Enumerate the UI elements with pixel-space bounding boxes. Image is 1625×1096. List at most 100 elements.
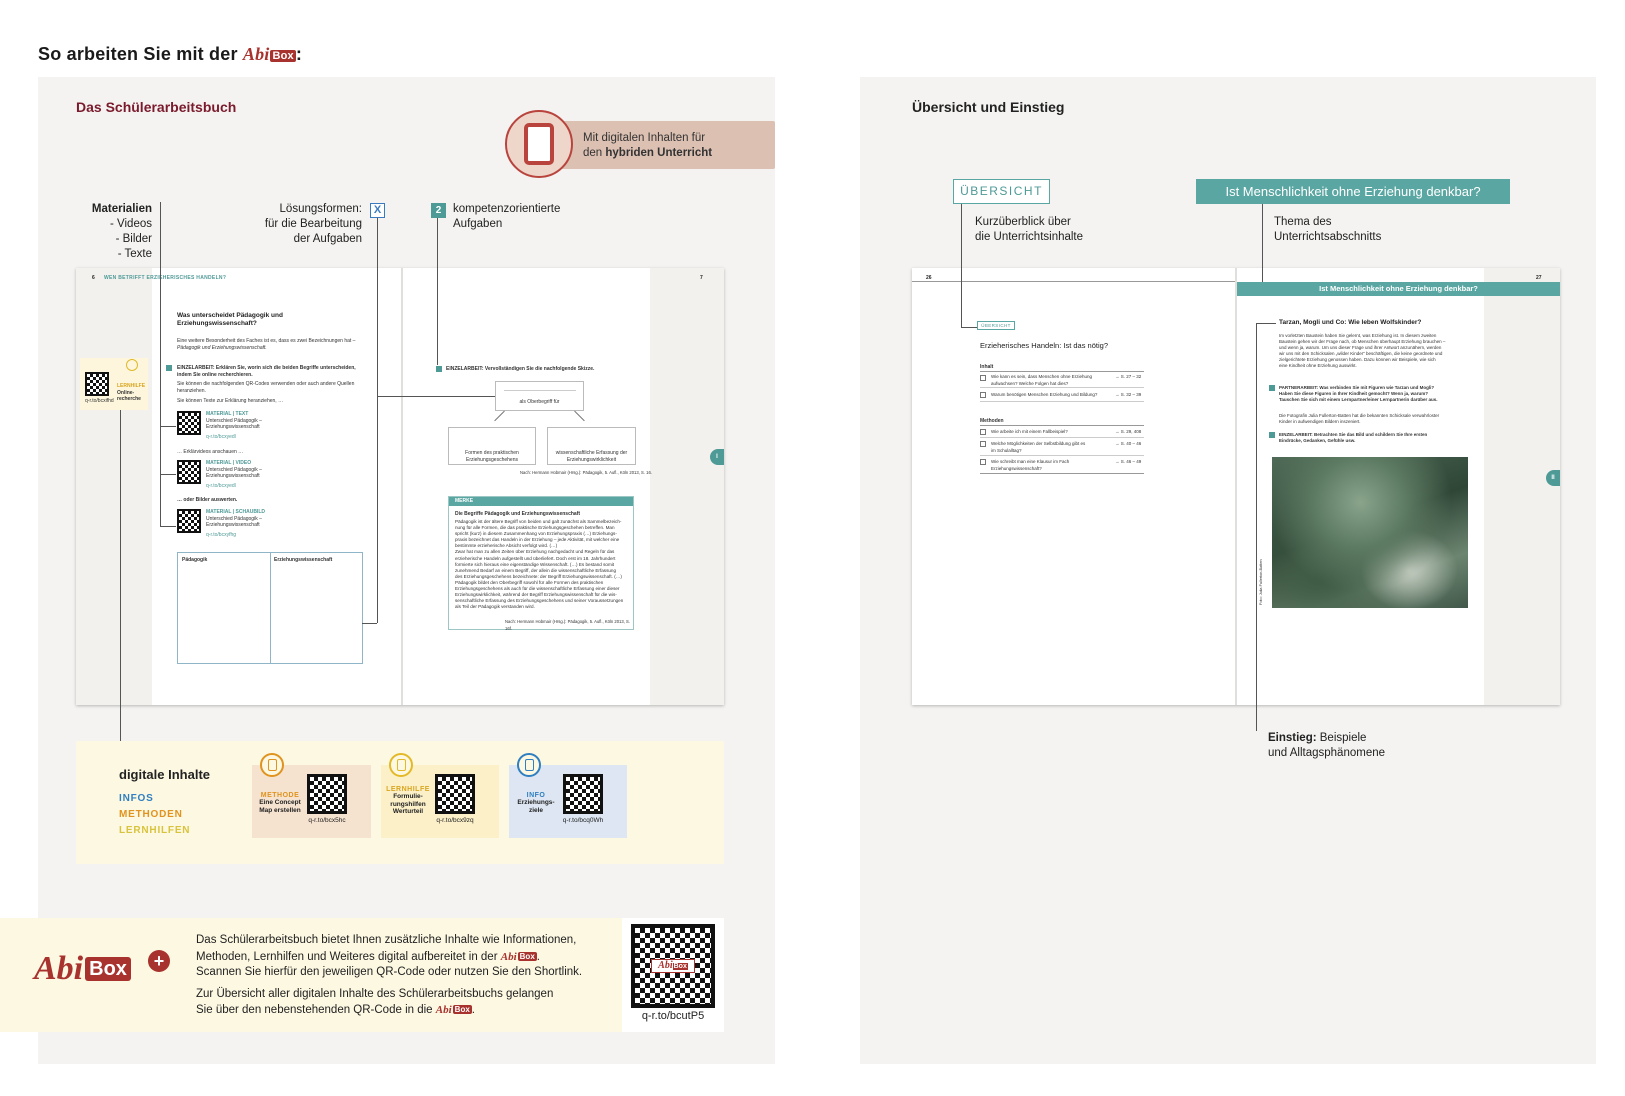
mindmap-label: wissenschaftliche Erfassung der Erziehun… bbox=[555, 450, 628, 463]
title-text: So arbeiten Sie mit der bbox=[38, 44, 238, 64]
task-number-badge: 2 bbox=[431, 203, 446, 218]
tablet-icon bbox=[524, 123, 554, 165]
forest-wolf-children-photo bbox=[1272, 457, 1468, 608]
merke-box: MERKE Die Begriffe Pädagogik und Erziehu… bbox=[448, 496, 634, 631]
connector-line bbox=[377, 218, 378, 623]
uebersicht-tag: ÜBERSICHT bbox=[953, 179, 1050, 204]
qr-code-icon[interactable] bbox=[563, 774, 603, 814]
connector-line bbox=[120, 410, 121, 741]
overview-row: Wie arbeite ich mit einem Fallbeispiel? bbox=[991, 429, 1068, 434]
task-number-badge bbox=[1269, 432, 1275, 438]
tablet-icon bbox=[517, 753, 541, 777]
section-title-uebersicht: Übersicht und Einstieg bbox=[912, 99, 1065, 115]
connector-line bbox=[160, 474, 176, 475]
abibox-logo: AbiBox bbox=[500, 950, 537, 963]
checkbox[interactable] bbox=[980, 375, 986, 381]
page-number: 27 bbox=[1536, 275, 1542, 281]
lernhilfe-side-code: q-r.to/bcxifhd bbox=[85, 398, 114, 404]
photo-credit: Foto: Julia Fullerton-Batten bbox=[1259, 559, 1263, 605]
einstieg-annotation: Einstieg: Beispiele und Alltagsphänomene bbox=[1268, 732, 1386, 759]
uebersicht-annotation: Kurzüberblick über die Unterrichtsinhalt… bbox=[975, 216, 1084, 243]
abibox-logo: AbiBox bbox=[34, 950, 131, 988]
answer-table: Pädagogik Erziehungswissenschaft bbox=[177, 552, 363, 664]
connector-line bbox=[160, 426, 176, 427]
overview-row: Wie schreibt man eine Klausur im Fach Erz… bbox=[991, 459, 1070, 471]
connector-line bbox=[1256, 323, 1276, 324]
connector-line bbox=[1256, 323, 1257, 731]
digital-card-code[interactable]: q-r.to/bcq0Wh bbox=[556, 817, 610, 825]
material-schaubild: MATERIAL | SCHAUBILD Unterschied Pädagog… bbox=[206, 509, 265, 538]
promo-text: Das Schülerarbeitsbuch bietet Ihnen zusä… bbox=[196, 934, 583, 1016]
theme-tag: Ist Menschlichkeit ohne Erziehung denkba… bbox=[1196, 179, 1510, 204]
material-video: MATERIAL | VIDEO Unterschied Pädagogik –… bbox=[206, 460, 262, 489]
book-task-1-note: Sie können die nachfolgenden QR-Codes ve… bbox=[177, 381, 355, 394]
mindmap-right-box: wissenschaftliche Erfassung der Erziehun… bbox=[547, 427, 636, 465]
table-divider bbox=[270, 553, 271, 663]
book-spine bbox=[401, 268, 403, 705]
checkbox[interactable] bbox=[980, 429, 986, 435]
overview-ref: → S. 27 – 32 bbox=[1115, 374, 1142, 379]
book-text: … Erklärvideos anschauen … bbox=[177, 449, 244, 455]
mindmap-label: Formen des praktischen Erziehungsgescheh… bbox=[465, 450, 519, 463]
book-task-1: EINZELARBEIT: Erklären Sie, worin sich d… bbox=[177, 365, 356, 378]
overview-group-label: Methoden bbox=[980, 418, 1004, 424]
material-text: MATERIAL | TEXT Unterschied Pädagogik – … bbox=[206, 411, 262, 440]
merke-title: Die Begriffe Pädagogik und Erziehungswis… bbox=[455, 511, 581, 517]
abibox-logo: AbiBox bbox=[242, 44, 296, 64]
page-number: 7 bbox=[700, 275, 703, 281]
overview-ref: → S. 32 – 39 bbox=[1115, 392, 1142, 397]
qr-code-icon bbox=[85, 372, 109, 396]
page-number: 6 bbox=[92, 275, 95, 281]
connector-line bbox=[160, 202, 161, 527]
book-page-26 bbox=[912, 268, 1235, 705]
theme-annotation: Thema des Unterrichtsabschnitts bbox=[1274, 216, 1382, 243]
section-title-schuelerarbeitsbuch: Das Schülerarbeitsbuch bbox=[76, 99, 237, 115]
book-task-2: EINZELARBEIT: Vervollständigen Sie die n… bbox=[446, 366, 595, 372]
abibox-logo: AbiBox bbox=[651, 959, 695, 973]
task-number-badge bbox=[1269, 385, 1275, 391]
plus-icon: + bbox=[148, 950, 170, 972]
overview-row: Warum benötigen Menschen Erziehung und B… bbox=[991, 392, 1098, 397]
qr-code-icon bbox=[177, 460, 201, 484]
overview-ref: → S. 29, 408 bbox=[1115, 429, 1142, 434]
overview-row: Wie kann es sein, dass Menschen ohne Erz… bbox=[991, 374, 1093, 386]
merke-body: Pädagogik ist der ältere Begriff von bei… bbox=[455, 519, 624, 610]
legend-lernhilfen: LERNHILFEN bbox=[119, 825, 191, 836]
digital-contents-title: digitale Inhalte bbox=[119, 767, 211, 782]
book-text: Sie können Texte zur Erklärung heranzieh… bbox=[177, 398, 284, 404]
qr-code-icon[interactable] bbox=[307, 774, 347, 814]
materials-annotation: Materialien - Videos - Bilder - Texte bbox=[91, 203, 152, 260]
page-title: So arbeiten Sie mit der Abi Box: bbox=[38, 44, 303, 64]
checkbox[interactable] bbox=[980, 441, 986, 447]
book-spine bbox=[1235, 268, 1237, 705]
overview-row: Welche Möglichkeiten der Selbstbildung g… bbox=[991, 441, 1086, 453]
einstieg-task-1: PARTNERARBEIT: Was verbinden Sie mit Fig… bbox=[1279, 385, 1438, 402]
merke-header: MERKE bbox=[449, 497, 633, 506]
connector-line bbox=[961, 327, 977, 328]
photo-note: Die Fotografin Julia Fullerton-Batten ha… bbox=[1279, 413, 1440, 424]
book-text: … oder Bilder auswerten. bbox=[177, 497, 238, 503]
digital-card-code[interactable]: q-r.to/bcx5hc bbox=[300, 817, 354, 825]
checkbox[interactable] bbox=[980, 392, 986, 398]
connector-line bbox=[160, 526, 176, 527]
digital-card-code[interactable]: q-r.to/bcx9zq bbox=[428, 817, 482, 825]
promo-shortlink[interactable]: q-r.to/bcutP5 bbox=[627, 1010, 719, 1022]
digital-card-label: LERNHILFE Formulie- rungshilfen Werturte… bbox=[386, 786, 430, 815]
task-number-badge bbox=[436, 366, 442, 372]
chapter-side-marker: I bbox=[710, 449, 724, 465]
overview-ref: → S. 40 – 46 bbox=[1115, 441, 1142, 446]
digital-card-label: INFO Erziehungs- ziele bbox=[517, 792, 555, 814]
mindmap-left-box: Formen des praktischen Erziehungsgescheh… bbox=[448, 427, 536, 465]
qr-code-icon[interactable] bbox=[435, 774, 475, 814]
uebersicht-small-tag: ÜBERSICHT bbox=[977, 321, 1015, 330]
einstieg-task-2: EINZELARBEIT: Betrachten Sie das Bild un… bbox=[1279, 432, 1428, 443]
running-head: WEN BETRIFFT ERZIEHERISCHES HANDELN? bbox=[104, 275, 227, 281]
overview-ref: → S. 46 – 49 bbox=[1115, 459, 1142, 464]
connector-line bbox=[961, 204, 962, 328]
qr-code-icon bbox=[177, 411, 201, 435]
loesungsformen-annotation: Lösungsformen: für die Bearbeitung der A… bbox=[264, 203, 362, 245]
digital-badge-text: Mit digitalen Inhalten für den hybriden … bbox=[583, 132, 713, 159]
connector-line bbox=[362, 623, 377, 624]
checkbox[interactable] bbox=[980, 459, 986, 465]
legend-methoden: METHODEN bbox=[119, 809, 183, 820]
